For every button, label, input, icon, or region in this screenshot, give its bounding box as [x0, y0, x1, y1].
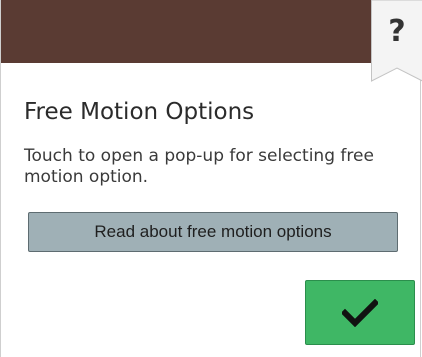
free-motion-options-panel: ? Free Motion Options Touch to open a po… [0, 0, 422, 357]
description-text: Touch to open a pop-up for selecting fre… [24, 146, 374, 187]
title-bar [1, 0, 422, 63]
confirm-button[interactable] [305, 280, 415, 345]
checkmark-icon [342, 298, 378, 327]
page-title: Free Motion Options [24, 99, 255, 125]
help-icon: ? [388, 14, 406, 49]
help-button[interactable]: ? [371, 0, 422, 82]
read-about-free-motion-button[interactable]: Read about free motion options [28, 212, 398, 252]
